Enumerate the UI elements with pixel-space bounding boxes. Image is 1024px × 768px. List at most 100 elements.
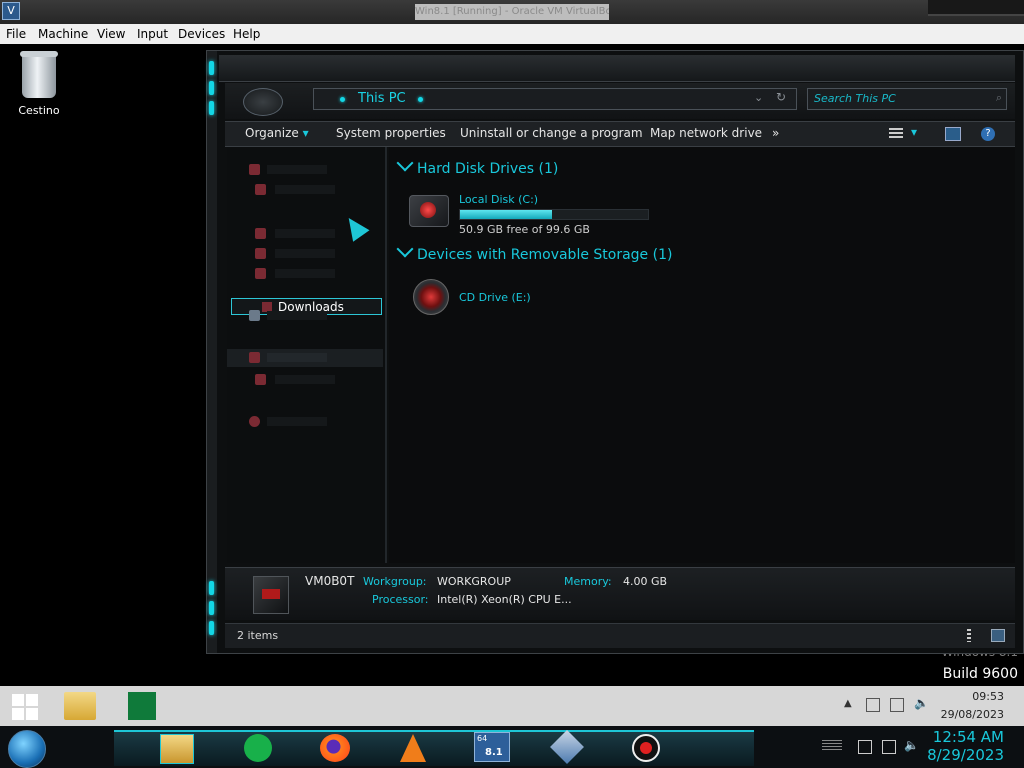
group-header-removable[interactable]: Devices with Removable Storage (1) [417,247,672,263]
help-icon[interactable]: ? [981,127,995,141]
vm-version-badge: 8.1 [485,747,503,758]
frame-led [209,621,214,635]
view-dropdown-icon[interactable]: ▾ [911,125,917,139]
explorer-window: This PC ⌄ ↻ Search This PC ⌕ Organize ▾ … [206,50,1024,654]
firefox-icon[interactable] [320,734,350,762]
network-status-icon[interactable] [890,698,904,712]
cd-drive-icon [413,279,449,315]
action-center-flag-icon[interactable] [858,740,872,754]
nav-label-obscured [275,269,335,278]
address-bar[interactable]: This PC ⌄ ↻ [313,88,797,110]
frame-led [209,61,214,75]
start-windows-icon[interactable] [12,694,38,720]
menu-file[interactable]: File [6,26,26,42]
drive-name: CD Drive (E:) [459,291,531,304]
vm-arch-badge: 64 [477,734,488,743]
nav-item-this-pc[interactable] [227,349,383,367]
search-box[interactable]: Search This PC ⌕ [807,88,1007,110]
view-options-icon[interactable] [889,128,903,140]
preview-pane-icon[interactable] [945,127,961,141]
nav-item-folder[interactable] [227,265,383,283]
recycle-bin-icon [20,51,58,98]
details-view-icon[interactable] [967,629,971,642]
store-taskbar-icon[interactable] [128,692,156,720]
hard-disk-icon [409,195,449,227]
pane-splitter[interactable] [385,147,387,563]
workgroup-value: WORKGROUP [437,575,511,588]
drive-name: Local Disk (C:) [459,193,539,206]
host-title-bar: V Win8.1 [Running] - Oracle VM VirtualBo… [0,0,1024,24]
nav-label-obscured [275,185,335,194]
menu-view[interactable]: View [97,26,125,42]
organize-label: Organize [245,126,299,140]
navigation-pane: Downloads [227,147,385,563]
vlc-icon[interactable] [400,734,426,762]
menu-help[interactable]: Help [233,26,260,42]
refresh-icon[interactable]: ↻ [776,90,786,104]
more-commands-button[interactable]: » [772,126,779,140]
frame-led [209,581,214,595]
recycle-bin[interactable]: Cestino [16,51,62,117]
taskbar-grip-icon [822,740,842,750]
content-pane: Hard Disk Drives (1) Local Disk (C:) 50.… [389,147,1015,563]
collapse-group-icon[interactable] [396,154,414,172]
clock-time[interactable]: 09:53 [924,690,1004,703]
drive-free-space: 50.9 GB free of 99.6 GB [459,223,590,236]
search-icon[interactable]: ⌕ [996,91,1002,105]
screen-recorder-icon[interactable] [632,734,660,762]
collapse-group-icon[interactable] [396,240,414,258]
command-bar: Organize ▾ System properties Uninstall o… [225,121,1015,147]
computer-name: VM0B0T [305,574,355,588]
show-hidden-icons-chevron-icon[interactable]: ▲ [844,698,852,709]
map-network-drive-button[interactable]: Map network drive [650,126,762,140]
virtualbox-app-icon[interactable]: V [2,2,20,20]
host-window-title: Win8.1 [Running] - Oracle VM VirtualBox [415,4,609,20]
host-window-controls[interactable] [928,0,1024,16]
nav-item-favorites[interactable] [227,161,383,179]
drive-item-cd[interactable]: CD Drive (E:) [413,277,613,317]
menu-machine[interactable]: Machine [38,26,88,42]
address-separator-icon [340,97,345,102]
search-placeholder: Search This PC [814,92,896,105]
nav-label-obscured [267,165,327,174]
organize-button[interactable]: Organize ▾ [245,126,309,140]
computer-icon [253,576,289,614]
start-orb-icon[interactable] [8,730,46,768]
memory-value: 4.00 GB [623,575,668,588]
back-forward-button[interactable] [243,88,283,116]
group-header-hard-disks[interactable]: Hard Disk Drives (1) [417,161,558,177]
nav-item-desktop[interactable] [227,181,383,199]
record-dot-icon [640,742,652,754]
menu-input[interactable]: Input [137,26,168,42]
nav-item-network[interactable] [227,413,383,431]
menu-devices[interactable]: Devices [178,26,225,42]
network-status-icon[interactable] [882,740,896,754]
address-dropdown-icon[interactable]: ⌄ [754,91,763,104]
action-center-flag-icon[interactable] [866,698,880,712]
drive-item-local-disk[interactable]: Local Disk (C:) 50.9 GB free of 99.6 GB [409,191,671,236]
network-icon [249,416,260,427]
clock-date-themed[interactable]: 8/29/2023 [904,746,1004,764]
nav-item-homegroup[interactable] [227,307,383,325]
system-properties-button[interactable]: System properties [336,126,446,140]
virtualbox-win81-icon[interactable]: 64 8.1 [474,732,510,762]
clock-time-themed[interactable]: 12:54 AM [904,728,1004,746]
nav-label-obscured [275,249,335,258]
file-explorer-icon[interactable] [160,734,194,764]
memory-label: Memory: [564,575,612,588]
taskbar-themed: 64 8.1 🔈 12:54 AM 8/29/2023 [0,726,1024,768]
workgroup-label: Workgroup: [363,575,427,588]
explorer-title-bar[interactable] [219,55,1015,82]
spotify-icon[interactable] [244,734,272,762]
address-separator-icon [418,97,423,102]
clock-date[interactable]: 29/08/2023 [924,708,1004,721]
file-explorer-taskbar-icon[interactable] [64,692,96,720]
large-icons-view-icon[interactable] [991,629,1005,642]
item-count: 2 items [237,629,279,642]
recent-places-icon [255,228,266,239]
nav-item-libraries[interactable] [227,245,383,263]
nav-label-obscured [275,375,335,384]
nav-item-local-disk[interactable] [227,371,383,389]
frame-led [209,601,214,615]
uninstall-program-button[interactable]: Uninstall or change a program [460,126,643,140]
